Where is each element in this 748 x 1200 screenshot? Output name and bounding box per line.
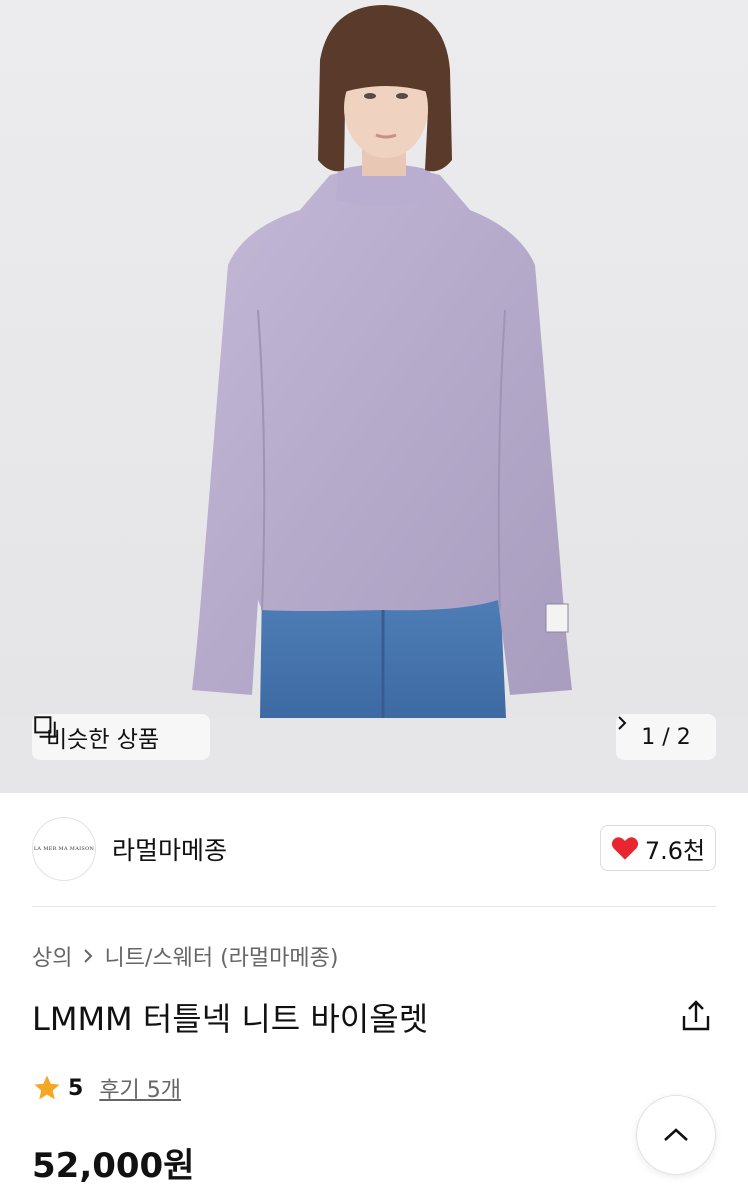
like-count: 7.6천 [644, 836, 706, 865]
brand-logo[interactable]: LA MER MA MAISON [32, 817, 96, 881]
breadcrumb-item-category[interactable]: 상의 [32, 940, 72, 972]
chevron-right-icon [618, 716, 627, 730]
heart-icon [611, 837, 638, 860]
chevron-up-icon [664, 1128, 688, 1141]
product-photo [0, 0, 748, 793]
divider [32, 906, 716, 907]
share-button[interactable] [676, 996, 716, 1036]
breadcrumb: 상의 니트/스웨터 (라멀마메종) [32, 940, 338, 972]
image-pager-button[interactable]: 1 / 2 [616, 714, 716, 760]
copy-icon [34, 716, 56, 738]
scroll-top-button[interactable] [636, 1095, 716, 1175]
image-pager-label: 1 / 2 [641, 724, 691, 750]
star-icon [34, 1075, 60, 1100]
brand-row[interactable]: LA MER MA MAISON 라멀마메종 7.6천 [32, 816, 716, 882]
rating-row: 5 후기 5개 [32, 1072, 181, 1104]
share-icon [682, 1000, 710, 1031]
brand-logo-text: LA MER MA MAISON [33, 846, 95, 852]
product-title: LMMM 터틀넥 니트 바이올렛 [32, 1000, 429, 1038]
product-image[interactable]: 비슷한 상품 1 / 2 [0, 0, 748, 793]
brand-name[interactable]: 라멀마메종 [112, 831, 227, 867]
reviews-link[interactable]: 후기 5개 [99, 1072, 181, 1104]
rating-score: 5 [68, 1075, 84, 1101]
similar-products-button[interactable]: 비슷한 상품 [32, 714, 210, 760]
breadcrumb-item-subcategory[interactable]: 니트/스웨터 (라멀마메종) [104, 940, 338, 972]
like-button[interactable]: 7.6천 [600, 825, 716, 871]
chevron-right-icon [84, 949, 93, 963]
similar-products-label: 비슷한 상품 [46, 727, 160, 753]
price: 52,000원 [32, 1146, 195, 1186]
